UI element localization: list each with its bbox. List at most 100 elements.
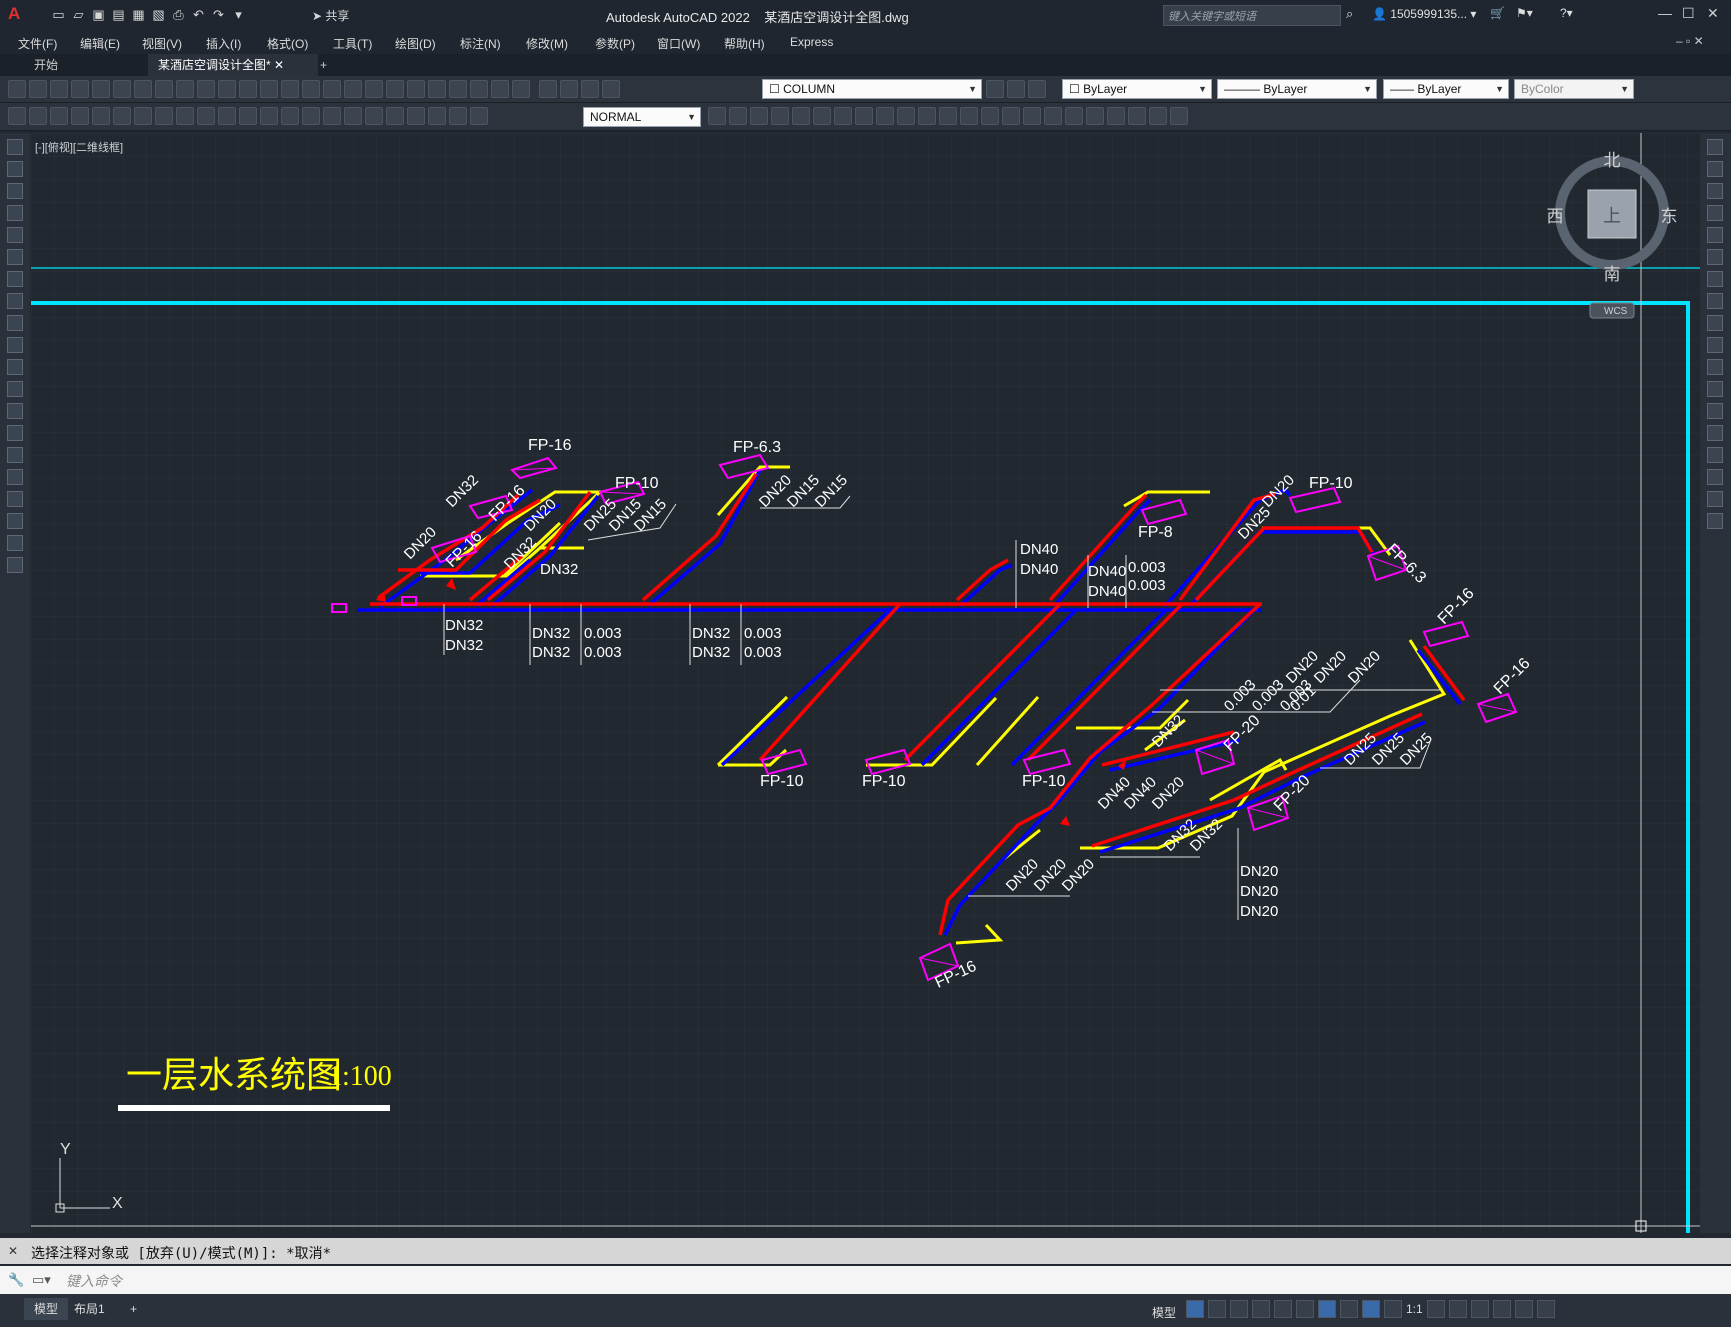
command-recent-icon[interactable]: ▭▾ <box>32 1272 51 1288</box>
doc-window-controls[interactable]: – ▫ ✕ <box>1676 34 1704 48</box>
scale-icon[interactable] <box>876 107 894 125</box>
annotation-scale[interactable]: 1:1 <box>1406 1302 1423 1316</box>
layer-properties-icon[interactable] <box>539 80 557 98</box>
line-icon[interactable] <box>7 139 23 155</box>
tab-start[interactable]: 开始 <box>24 54 154 76</box>
menu-help[interactable]: 帮助(H) <box>724 35 765 52</box>
ordinate-icon[interactable] <box>134 107 152 125</box>
dimstyle-icon[interactable] <box>708 107 726 125</box>
dim-edit-icon[interactable] <box>428 107 446 125</box>
layer-freeze-icon[interactable] <box>581 80 599 98</box>
viewcube-north[interactable]: 北 <box>1604 151 1621 171</box>
publish-icon[interactable] <box>113 80 131 98</box>
tab-drawing[interactable]: 某酒店空调设计全图* ✕ <box>148 54 318 76</box>
explode-icon[interactable] <box>1707 513 1723 529</box>
layer-lock-icon[interactable] <box>602 80 620 98</box>
menu-modify[interactable]: 修改(M) <box>526 35 568 52</box>
spline-icon[interactable] <box>7 315 23 331</box>
offset-icon[interactable] <box>792 107 810 125</box>
preview-icon[interactable] <box>92 80 110 98</box>
table-icon[interactable] <box>7 513 23 529</box>
toolbar-icon-a[interactable] <box>8 107 26 125</box>
scale-icon[interactable] <box>1707 293 1723 309</box>
add-icon[interactable] <box>1448 1300 1467 1318</box>
revcloud-icon[interactable] <box>7 293 23 309</box>
offset-icon[interactable] <box>1707 205 1723 221</box>
polar-icon[interactable] <box>1252 1300 1270 1318</box>
move-icon[interactable] <box>834 107 852 125</box>
baseline-icon[interactable] <box>260 107 278 125</box>
jogged-linear-icon[interactable] <box>407 107 425 125</box>
menu-insert[interactable]: 插入(I) <box>206 35 241 52</box>
zoom-window-icon[interactable] <box>344 80 362 98</box>
dim-text-edit-icon[interactable] <box>449 107 467 125</box>
open-file-icon[interactable]: ▱ <box>70 6 87 23</box>
menu-edit[interactable]: 编辑(E) <box>80 35 120 52</box>
tab-model[interactable]: 模型 <box>24 1298 69 1320</box>
calculator-icon[interactable] <box>491 80 509 98</box>
chamfer-icon[interactable] <box>1707 447 1723 463</box>
chamfer-icon[interactable] <box>1002 107 1020 125</box>
new-tab-button[interactable]: + <box>310 54 337 76</box>
copy-icon[interactable] <box>176 80 194 98</box>
object-track-icon[interactable] <box>1296 1300 1314 1318</box>
cut-icon[interactable] <box>155 80 173 98</box>
share-button[interactable]: ➤ 共享 <box>312 7 349 24</box>
save-web-icon[interactable]: ▧ <box>150 6 167 23</box>
viewcube-top[interactable]: 上 <box>1603 206 1621 227</box>
join-icon[interactable] <box>981 107 999 125</box>
angular-icon[interactable] <box>218 107 236 125</box>
markup-icon[interactable] <box>470 80 488 98</box>
dim-break-icon[interactable] <box>323 107 341 125</box>
ellipse-icon[interactable] <box>7 337 23 353</box>
menu-format[interactable]: 格式(O) <box>267 35 308 52</box>
aligned-dim-icon[interactable] <box>92 107 110 125</box>
design-center-icon[interactable] <box>407 80 425 98</box>
join-icon[interactable] <box>1707 425 1723 441</box>
erase-icon[interactable] <box>729 107 747 125</box>
toolbar-icon-c[interactable] <box>50 107 68 125</box>
dim-update-icon[interactable] <box>470 107 488 125</box>
explode-icon[interactable] <box>1065 107 1083 125</box>
dim-space-icon[interactable] <box>302 107 320 125</box>
copy-icon[interactable] <box>1707 161 1723 177</box>
minimize-icon[interactable]: — <box>1658 5 1672 21</box>
group-icon[interactable] <box>1107 107 1125 125</box>
viewcube-west[interactable]: 西 <box>1547 207 1564 227</box>
fillet-icon[interactable] <box>1023 107 1041 125</box>
isodraft-icon[interactable] <box>1274 1300 1292 1318</box>
break-at-point-icon[interactable] <box>1707 381 1723 397</box>
diameter-icon[interactable] <box>197 107 215 125</box>
tolerance-icon[interactable] <box>344 107 362 125</box>
layer-state-icon[interactable] <box>1028 80 1046 98</box>
viewcube-south[interactable]: 南 <box>1604 265 1621 285</box>
search-input[interactable]: 键入关键字或短语 <box>1163 5 1341 26</box>
center-mark-icon[interactable] <box>365 107 383 125</box>
block-editor-icon[interactable] <box>239 80 257 98</box>
save-as-icon[interactable]: ▤ <box>110 6 127 23</box>
toolbar-icon-b[interactable] <box>29 107 47 125</box>
pan-icon[interactable] <box>302 80 320 98</box>
undo-icon[interactable] <box>260 80 278 98</box>
linear-dim-icon[interactable] <box>71 107 89 125</box>
menu-express[interactable]: Express <box>790 35 833 49</box>
osnap-icon[interactable] <box>1318 1300 1336 1318</box>
arc-icon[interactable] <box>7 249 23 265</box>
trim-icon[interactable] <box>918 107 936 125</box>
snap-icon[interactable] <box>1208 1300 1226 1318</box>
polygon-icon[interactable] <box>7 205 23 221</box>
open-icon[interactable] <box>29 80 47 98</box>
fillet-icon[interactable] <box>1707 469 1723 485</box>
help-icon[interactable] <box>512 80 530 98</box>
autocad-logo-icon[interactable]: A <box>8 4 20 24</box>
layer-dropdown[interactable]: ☐ COLUMN ▼ <box>762 79 982 99</box>
linetype-dropdown[interactable]: ——— ByLayer ▼ <box>1217 79 1377 99</box>
workspace-gear-icon[interactable] <box>1426 1300 1445 1318</box>
search-icon[interactable]: ⌕ <box>1346 6 1353 22</box>
menu-dimension[interactable]: 标注(N) <box>460 35 501 52</box>
add-selected-icon[interactable] <box>7 557 23 573</box>
extend-icon[interactable] <box>939 107 957 125</box>
construction-line-icon[interactable] <box>7 161 23 177</box>
save-icon[interactable] <box>50 80 68 98</box>
properties-icon[interactable] <box>386 80 404 98</box>
